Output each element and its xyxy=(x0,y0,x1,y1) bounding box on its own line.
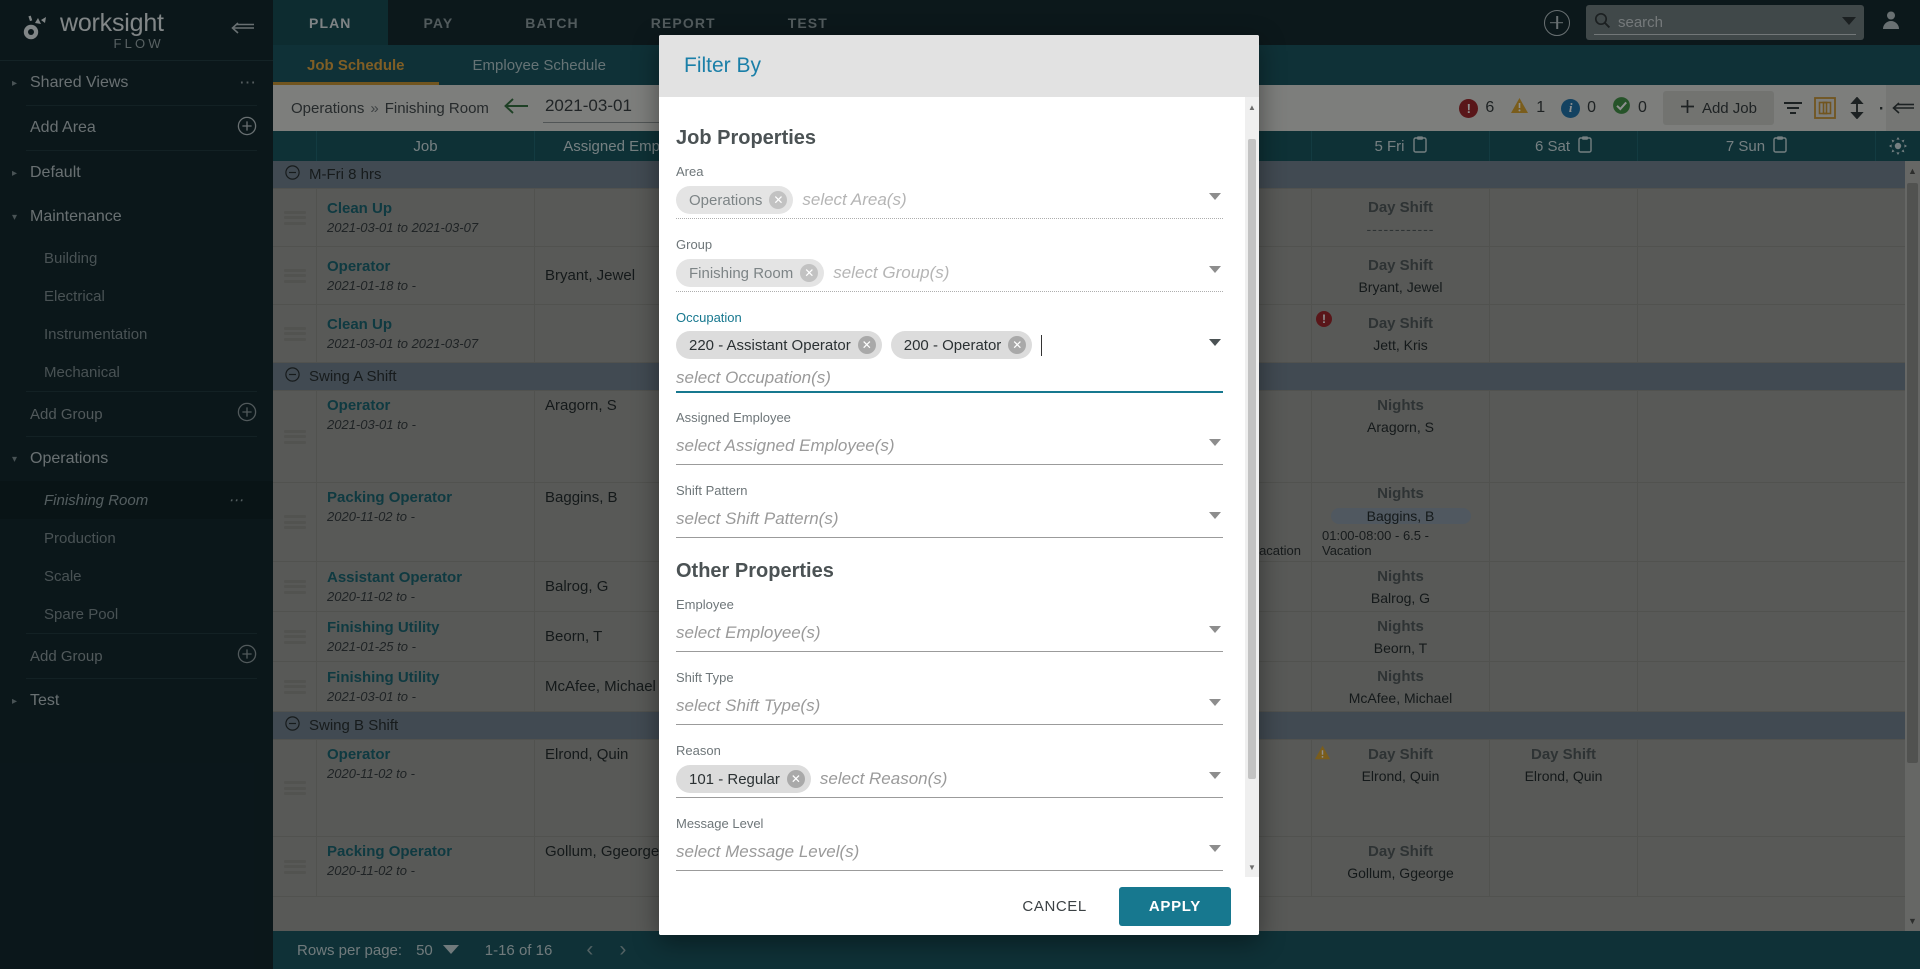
field-placeholder: select Shift Type(s) xyxy=(676,696,821,715)
field-placeholder: select Assigned Employee(s) xyxy=(676,436,895,455)
chip-operations[interactable]: Operations ✕ xyxy=(676,186,794,214)
chip-operator[interactable]: 200 - Operator ✕ xyxy=(890,331,1033,359)
chip-label: 220 - Assistant Operator xyxy=(689,336,851,354)
field-group[interactable]: Group Finishing Room ✕ select Group(s) xyxy=(676,237,1223,292)
field-placeholder: select Shift Pattern(s) xyxy=(676,509,839,528)
field-label: Area xyxy=(676,164,704,179)
chevron-down-icon[interactable] xyxy=(1209,699,1221,706)
close-icon[interactable]: ✕ xyxy=(857,336,876,354)
close-icon[interactable]: ✕ xyxy=(1008,336,1027,354)
chip-regular[interactable]: 101 - Regular ✕ xyxy=(676,765,811,793)
field-reason[interactable]: Reason 101 - Regular ✕ select Reason(s) xyxy=(676,743,1223,798)
field-placeholder: select Reason(s) xyxy=(819,769,948,788)
close-icon[interactable]: ✕ xyxy=(800,264,819,282)
field-label: Occupation xyxy=(676,310,742,325)
chevron-down-icon[interactable] xyxy=(1209,439,1221,446)
close-icon[interactable]: ✕ xyxy=(786,770,805,788)
chip-label: 200 - Operator xyxy=(903,336,1002,354)
field-label: Shift Pattern xyxy=(676,483,748,498)
dialog-header: Filter By xyxy=(659,35,1259,97)
field-label: Shift Type xyxy=(676,670,734,685)
chip-label: Operations xyxy=(689,191,763,209)
field-label: Employee xyxy=(676,597,734,612)
field-employee[interactable]: Employee select Employee(s) xyxy=(676,597,1223,652)
app-root: worksight FLOW ▸ Shared Views ⋯ Add Area… xyxy=(0,0,1920,969)
field-occupation[interactable]: Occupation 220 - Assistant Operator ✕ 20… xyxy=(676,310,1223,393)
chevron-down-icon[interactable] xyxy=(1209,626,1221,633)
field-label: Reason xyxy=(676,743,721,758)
chevron-down-icon[interactable] xyxy=(1209,339,1221,346)
chip-assistant-operator[interactable]: 220 - Assistant Operator ✕ xyxy=(676,331,882,359)
chevron-down-icon[interactable] xyxy=(1209,193,1221,200)
field-placeholder: select Employee(s) xyxy=(676,623,821,642)
dialog-title: Filter By xyxy=(684,54,762,77)
close-icon[interactable]: ✕ xyxy=(769,191,788,209)
apply-button[interactable]: APPLY xyxy=(1118,886,1231,926)
scroll-down-icon[interactable]: ▼ xyxy=(1245,859,1259,875)
cancel-button[interactable]: CANCEL xyxy=(1008,889,1100,924)
field-label: Message Level xyxy=(676,816,764,831)
field-placeholder: select Message Level(s) xyxy=(676,842,860,861)
field-label: Assigned Employee xyxy=(676,410,791,425)
section-other-properties: Other Properties xyxy=(676,560,834,582)
field-shift-pattern[interactable]: Shift Pattern select Shift Pattern(s) xyxy=(676,483,1223,538)
field-placeholder: select Occupation(s) xyxy=(676,368,831,387)
dialog-footer: CANCEL APPLY xyxy=(659,877,1259,935)
chip-label: 101 - Regular xyxy=(689,770,780,788)
dialog-form: Job Properties Area Operations ✕ select … xyxy=(659,97,1259,877)
chip-label: Finishing Room xyxy=(689,264,794,282)
dialog-scrollbar[interactable]: ▲ ▼ xyxy=(1245,97,1259,877)
section-job-properties: Job Properties xyxy=(676,127,817,149)
field-label: Group xyxy=(676,237,713,252)
chevron-down-icon[interactable] xyxy=(1209,266,1221,273)
text-cursor xyxy=(1041,334,1043,356)
field-message-level[interactable]: Message Level select Message Level(s) xyxy=(676,816,1223,871)
chip-finishing-room[interactable]: Finishing Room ✕ xyxy=(676,259,825,287)
scrollbar-thumb[interactable] xyxy=(1248,139,1256,779)
scroll-up-icon[interactable]: ▲ xyxy=(1245,99,1259,115)
dialog-body: Job Properties Area Operations ✕ select … xyxy=(659,97,1259,877)
filter-by-dialog: Filter By Job Properties Area Operations… xyxy=(659,35,1259,935)
field-placeholder: select Area(s) xyxy=(802,190,907,209)
chevron-down-icon[interactable] xyxy=(1209,772,1221,779)
field-area[interactable]: Area Operations ✕ select Area(s) xyxy=(676,164,1223,219)
chevron-down-icon[interactable] xyxy=(1209,512,1221,519)
chevron-down-icon[interactable] xyxy=(1209,845,1221,852)
field-assigned-employee[interactable]: Assigned Employee select Assigned Employ… xyxy=(676,410,1223,465)
field-placeholder: select Group(s) xyxy=(833,263,950,282)
field-shift-type[interactable]: Shift Type select Shift Type(s) xyxy=(676,670,1223,725)
